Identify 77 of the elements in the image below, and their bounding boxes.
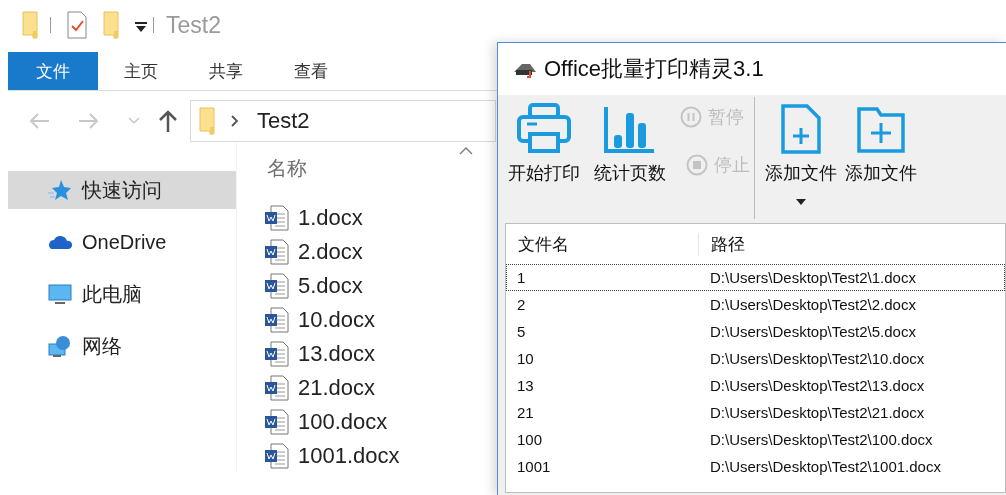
word-document-icon xyxy=(265,239,289,265)
word-document-icon xyxy=(265,375,289,401)
breadcrumb[interactable]: Test2 xyxy=(257,108,310,134)
table-cell-text: 2 xyxy=(516,296,527,313)
add-file-icon xyxy=(781,103,821,155)
toolbar-button[interactable]: 添加文件 xyxy=(761,95,841,205)
nav-item[interactable]: 快速访问 xyxy=(8,171,236,209)
file-item[interactable]: 1001.docx xyxy=(265,439,495,473)
file-item[interactable]: 21.docx xyxy=(265,371,495,405)
ribbon-tab[interactable]: 查看 xyxy=(268,52,353,90)
table-row[interactable]: 21 D:\Users\Desktop\Test2\21.docx xyxy=(506,399,1005,426)
sort-caret-icon[interactable] xyxy=(459,147,473,155)
caret-icon xyxy=(796,199,806,205)
file-item[interactable]: 100.docx xyxy=(265,405,495,439)
word-document-icon xyxy=(265,273,289,299)
chevron-right-icon xyxy=(231,115,239,127)
nav-item[interactable]: 此电脑 xyxy=(8,275,236,313)
table-cell-text: 5 xyxy=(516,323,527,340)
word-document-icon xyxy=(265,341,289,367)
window-title: Test2 xyxy=(166,11,221,39)
file-item[interactable]: 5.docx xyxy=(265,269,495,303)
up-arrow-icon[interactable] xyxy=(158,110,178,132)
word-document-icon xyxy=(265,409,289,435)
table-row[interactable]: 10 D:\Users\Desktop\Test2\10.docx xyxy=(506,345,1005,372)
table-row[interactable]: 5 D:\Users\Desktop\Test2\5.docx xyxy=(506,318,1005,345)
file-item[interactable]: 13.docx xyxy=(265,337,495,371)
ribbon-tab[interactable]: 主页 xyxy=(98,52,183,90)
file-item[interactable]: 2.docx xyxy=(265,235,495,269)
column-header[interactable]: 文件名 xyxy=(506,232,699,256)
checklist-document-icon[interactable] xyxy=(67,11,87,39)
table-cell-text: 10 xyxy=(516,350,535,367)
word-document-icon xyxy=(265,307,289,333)
file-item[interactable]: 1.docx xyxy=(265,201,495,235)
nav-item[interactable]: 网络 xyxy=(8,327,236,365)
table-row[interactable]: 2 D:\Users\Desktop\Test2\2.docx xyxy=(506,291,1005,318)
table-row[interactable]: 1 D:\Users\Desktop\Test2\1.docx xyxy=(506,264,1005,291)
table-cell-text: D:\Users\Desktop\Test2\2.docx xyxy=(709,296,916,313)
forward-arrow-icon[interactable] xyxy=(78,112,100,130)
file-item[interactable]: 10.docx xyxy=(265,303,495,337)
table-row[interactable]: 1001 D:\Users\Desktop\Test2\1001.docx xyxy=(506,453,1005,480)
star-icon xyxy=(48,179,72,201)
table-row[interactable]: 13 D:\Users\Desktop\Test2\13.docx xyxy=(506,372,1005,399)
table-cell-text: D:\Users\Desktop\Test2\1001.docx xyxy=(709,458,941,475)
folder-icon xyxy=(199,107,215,135)
table-cell-text: D:\Users\Desktop\Test2\100.docx xyxy=(709,431,933,448)
table-row[interactable]: 100 D:\Users\Desktop\Test2\100.docx xyxy=(506,426,1005,453)
folder-icon[interactable] xyxy=(103,11,119,39)
dropdown-icon[interactable] xyxy=(135,21,147,33)
word-document-icon xyxy=(265,205,289,231)
word-document-icon xyxy=(265,443,289,469)
stop-icon xyxy=(686,154,708,176)
monitor-icon xyxy=(48,283,72,305)
table-cell-text: 100 xyxy=(516,431,544,448)
network-icon xyxy=(48,335,72,357)
table-cell-text: 13 xyxy=(516,377,535,394)
table-cell-text: D:\Users\Desktop\Test2\10.docx xyxy=(709,350,925,367)
address-bar[interactable]: Test2 xyxy=(190,100,496,142)
toolbar-button[interactable]: 统计页数 xyxy=(590,95,670,185)
nav-item[interactable]: OneDrive xyxy=(8,223,236,261)
column-header[interactable]: 名称 xyxy=(267,155,495,179)
column-header[interactable]: 路径 xyxy=(699,232,745,256)
table-cell-text: 21 xyxy=(516,404,535,421)
ribbon-tab[interactable]: 文件 xyxy=(8,52,98,90)
toolbar-button[interactable]: 添加文件 xyxy=(841,95,921,185)
folder-icon[interactable] xyxy=(22,11,38,39)
table-cell-text: D:\Users\Desktop\Test2\5.docx xyxy=(709,323,916,340)
back-arrow-icon[interactable] xyxy=(28,112,50,130)
toolbar-button[interactable]: 开始打印 xyxy=(504,95,584,185)
table-cell-text: D:\Users\Desktop\Test2\13.docx xyxy=(709,377,925,394)
table-cell-text: D:\Users\Desktop\Test2\1.docx xyxy=(709,269,916,286)
window-title: Office批量打印精灵3.1 xyxy=(544,55,764,83)
table-cell-text: 1 xyxy=(516,269,527,286)
pause-icon xyxy=(680,106,702,128)
ribbon-tab[interactable]: 共享 xyxy=(183,52,268,90)
chevron-down-icon[interactable] xyxy=(128,117,140,125)
table-cell-text: 1001 xyxy=(516,458,552,475)
table-cell-text: D:\Users\Desktop\Test2\21.docx xyxy=(709,404,925,421)
